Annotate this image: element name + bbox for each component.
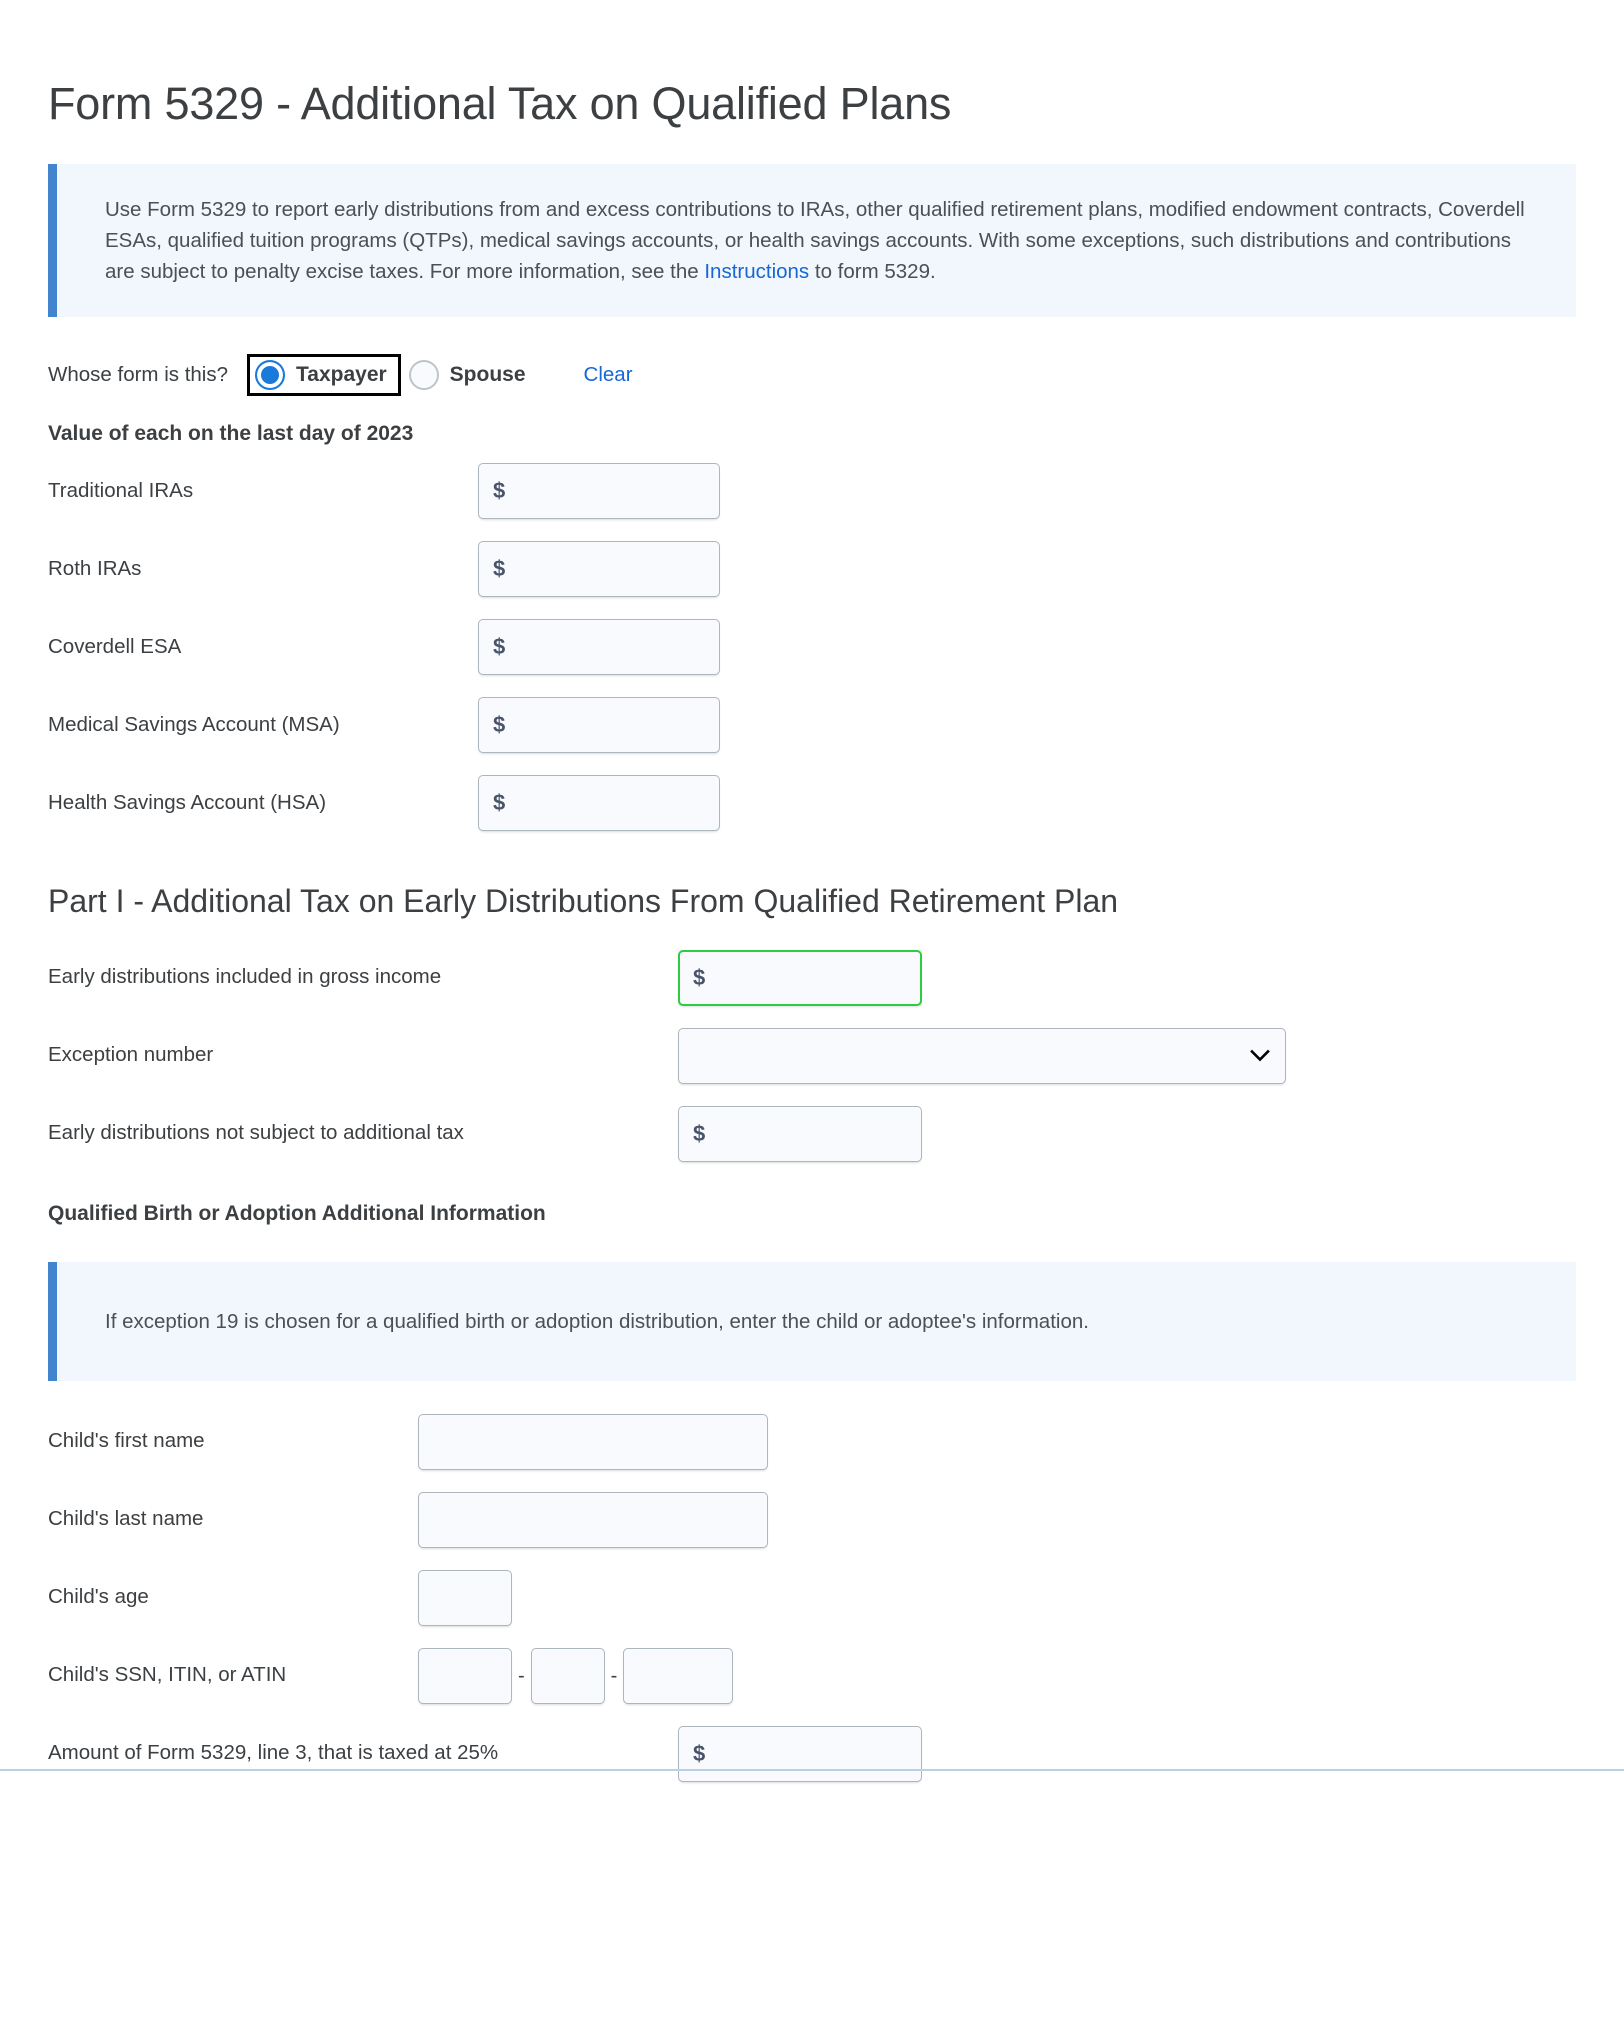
- part-one-heading: Part I - Additional Tax on Early Distrib…: [48, 883, 1119, 920]
- field-row-health-savings-account: Health Savings Account (HSA) $: [48, 764, 1576, 842]
- input-child-age[interactable]: [418, 1569, 512, 1626]
- input-child-last-name[interactable]: [418, 1491, 768, 1548]
- ssn-separator-2: -: [610, 1664, 618, 1687]
- radio-dot-spouse[interactable]: [408, 360, 439, 391]
- money-input-wrap-health-savings-account: $: [478, 775, 720, 832]
- field-row-traditional-iras: Traditional IRAs $: [48, 452, 1576, 530]
- label-child-last-name: Child's last name: [48, 1507, 204, 1531]
- field-row-medical-savings-account: Medical Savings Account (MSA) $: [48, 686, 1576, 764]
- birth-adoption-heading: Qualified Birth or Adoption Additional I…: [48, 1201, 546, 1225]
- field-row-taxed-at-25-percent: Amount of Form 5329, line 3, that is tax…: [48, 1715, 1576, 1793]
- field-row-roth-iras: Roth IRAs $: [48, 530, 1576, 608]
- whose-form-radio-group: Taxpayer Spouse: [247, 354, 540, 397]
- radio-label-taxpayer: Taxpayer: [296, 363, 387, 387]
- value-section-heading: Value of each on the last day of 2023: [48, 422, 414, 446]
- money-input-wrap-not-subject: $: [678, 1105, 922, 1162]
- label-taxed-at-25-percent: Amount of Form 5329, line 3, that is tax…: [48, 1741, 499, 1765]
- label-early-distributions-gross-income: Early distributions included in gross in…: [48, 965, 442, 989]
- form-description-callout: Use Form 5329 to report early distributi…: [48, 163, 1576, 318]
- field-row-coverdell-esa: Coverdell ESA $: [48, 608, 1576, 686]
- select-wrap-exception-number: [678, 1027, 1286, 1084]
- field-row-exception-number: Exception number: [48, 1017, 1576, 1095]
- field-row-early-distributions-gross-income: Early distributions included in gross in…: [48, 939, 1576, 1017]
- input-early-distributions-gross-income[interactable]: [678, 949, 922, 1006]
- input-child-ssn-part1[interactable]: [418, 1647, 512, 1704]
- bottom-divider: [0, 1768, 1624, 1771]
- field-row-child-ssn: Child's SSN, ITIN, or ATIN - -: [48, 1637, 1576, 1715]
- radio-dot-taxpayer[interactable]: [255, 360, 285, 391]
- label-exception-number: Exception number: [48, 1043, 214, 1067]
- label-coverdell-esa: Coverdell ESA: [48, 634, 182, 658]
- money-input-wrap-traditional-iras: $: [478, 463, 720, 520]
- label-roth-iras: Roth IRAs: [48, 556, 142, 580]
- birth-adoption-callout: If exception 19 is chosen for a qualifie…: [48, 1261, 1576, 1381]
- ssn-input-group: - -: [418, 1647, 734, 1704]
- form-page: Form 5329 - Additional Tax on Qualified …: [0, 0, 1624, 1793]
- money-input-wrap-early-distributions: $: [678, 949, 922, 1006]
- select-exception-number[interactable]: [678, 1027, 1286, 1084]
- clear-link[interactable]: Clear: [584, 363, 633, 387]
- label-child-age: Child's age: [48, 1585, 149, 1609]
- field-row-child-first-name: Child's first name: [48, 1403, 1576, 1481]
- field-row-child-age: Child's age: [48, 1559, 1576, 1637]
- radio-option-taxpayer[interactable]: Taxpayer: [247, 354, 401, 397]
- input-not-subject-additional-tax[interactable]: [678, 1105, 922, 1162]
- whose-form-label: Whose form is this?: [48, 363, 228, 387]
- money-input-wrap-taxed-25: $: [678, 1725, 922, 1782]
- ssn-separator-1: -: [518, 1664, 525, 1687]
- page-title: Form 5329 - Additional Tax on Qualified …: [48, 78, 952, 129]
- money-input-wrap-medical-savings-account: $: [478, 697, 720, 754]
- label-traditional-iras: Traditional IRAs: [48, 478, 194, 502]
- instructions-link[interactable]: Instructions: [704, 260, 809, 283]
- field-row-child-last-name: Child's last name: [48, 1481, 1576, 1559]
- input-child-ssn-part2[interactable]: [530, 1647, 605, 1704]
- money-input-wrap-coverdell-esa: $: [478, 619, 720, 676]
- label-child-first-name: Child's first name: [48, 1429, 205, 1453]
- label-not-subject-additional-tax: Early distributions not subject to addit…: [48, 1121, 464, 1145]
- birth-adoption-callout-text: If exception 19 is chosen for a qualifie…: [105, 1309, 1089, 1333]
- label-child-ssn: Child's SSN, ITIN, or ATIN: [48, 1663, 287, 1687]
- input-coverdell-esa[interactable]: [478, 619, 720, 676]
- input-health-savings-account[interactable]: [478, 775, 720, 832]
- label-medical-savings-account: Medical Savings Account (MSA): [48, 712, 340, 736]
- form-description-text: Use Form 5329 to report early distributi…: [105, 194, 1532, 287]
- input-taxed-at-25-percent[interactable]: [678, 1725, 922, 1782]
- input-traditional-iras[interactable]: [478, 463, 720, 520]
- money-input-wrap-roth-iras: $: [478, 541, 720, 598]
- whose-form-row: Whose form is this? Taxpayer Spouse Clea…: [48, 317, 1576, 397]
- label-health-savings-account: Health Savings Account (HSA): [48, 790, 327, 814]
- input-child-ssn-part3[interactable]: [623, 1647, 734, 1704]
- input-roth-iras[interactable]: [478, 541, 720, 598]
- radio-label-spouse: Spouse: [449, 363, 526, 387]
- field-row-not-subject-additional-tax: Early distributions not subject to addit…: [48, 1095, 1576, 1173]
- input-child-first-name[interactable]: [418, 1413, 768, 1470]
- description-text-after-link: to form 5329.: [809, 260, 936, 284]
- radio-option-spouse[interactable]: Spouse: [401, 354, 540, 396]
- input-medical-savings-account[interactable]: [478, 697, 720, 754]
